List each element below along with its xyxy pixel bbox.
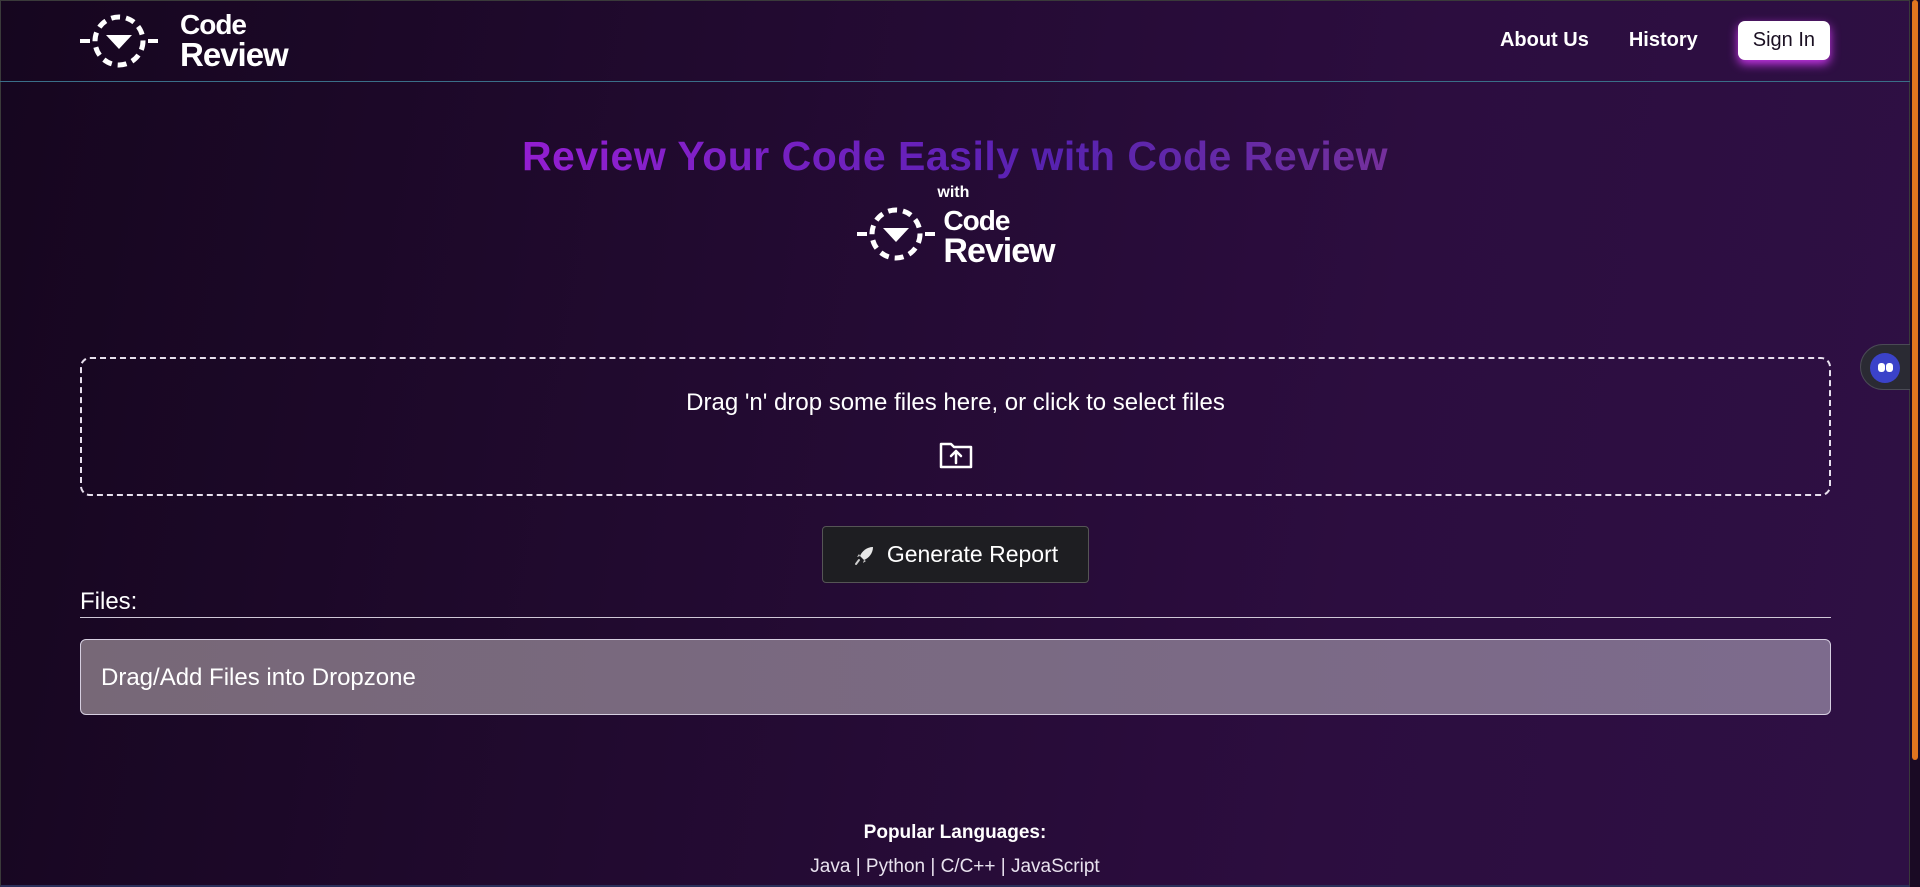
header-logo[interactable]: Code Review [78, 9, 289, 73]
files-placeholder: Drag/Add Files into Dropzone [101, 664, 416, 691]
generate-report-button[interactable]: Generate Report [822, 526, 1089, 583]
nav-about-us[interactable]: About Us [1500, 29, 1589, 52]
sign-in-button[interactable]: Sign In [1737, 21, 1830, 60]
assistant-bot-icon [1870, 353, 1900, 383]
files-divider [80, 617, 1831, 618]
dropzone-text: Drag 'n' drop some files here, or click … [686, 389, 1225, 416]
hero-title: Review Your Code Easily with Code Review [0, 133, 1910, 180]
logo-line1: Code [180, 9, 247, 40]
code-review-logo-icon [80, 14, 158, 68]
hero-logo-line2: Review [943, 231, 1055, 270]
hero-logo-wordmark: Code Review [943, 205, 1055, 270]
code-review-logo-icon [857, 207, 936, 261]
popular-languages-title: Popular Languages: [863, 822, 1047, 843]
logo-wordmark: Code Review [180, 9, 289, 73]
popular-languages-list: Java | Python | C/C++ | JavaScript [810, 856, 1100, 877]
file-dropzone[interactable]: Drag 'n' drop some files here, or click … [80, 357, 1831, 496]
logo-line2: Review [180, 35, 289, 73]
page-scrollbar[interactable] [1910, 0, 1920, 887]
files-list: Drag/Add Files into Dropzone [80, 639, 1831, 715]
rocket-icon [854, 546, 873, 565]
with-label: with [937, 184, 970, 201]
folder-upload-icon [939, 442, 972, 469]
main-nav: About Us History Sign In [1500, 21, 1830, 60]
top-header: Code Review About Us History Sign In [0, 0, 1910, 82]
hero-logo-line1: Code [943, 205, 1010, 236]
scrollbar-thumb[interactable] [1912, 0, 1918, 760]
files-heading: Files: [80, 588, 138, 615]
hero-title-text: Review Your Code Easily with Code Review [521, 133, 1389, 179]
hero-logo: with Code Review [0, 184, 1910, 270]
generate-report-label: Generate Report [886, 541, 1059, 567]
nav-history[interactable]: History [1629, 29, 1698, 52]
